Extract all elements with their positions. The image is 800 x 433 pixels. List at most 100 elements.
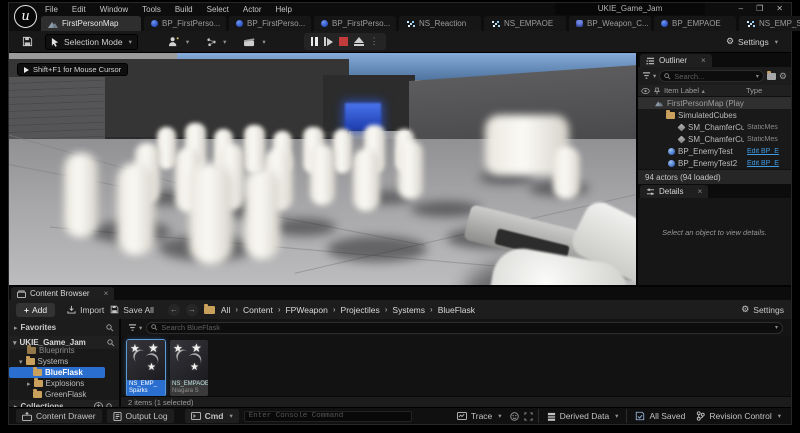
column-type[interactable]: Type <box>746 86 788 95</box>
playback-controls <box>304 33 386 50</box>
save-icon <box>22 36 33 47</box>
outliner-filter-button[interactable] <box>642 72 656 80</box>
breadcrumb-projectiles[interactable]: Projectiles <box>341 305 380 315</box>
outliner-row-bp[interactable]: BP_EnemyTest2 Edit BP_E <box>638 157 791 169</box>
output-log-button[interactable]: Output Log <box>107 409 174 423</box>
tab-bp-firstperson-2[interactable]: BP_FirstPerso... <box>229 16 311 31</box>
minimize-button[interactable]: – <box>739 3 743 15</box>
import-button[interactable]: Import <box>67 305 104 315</box>
viewport-3d[interactable]: Shift+F1 for Mouse Cursor <box>9 53 636 285</box>
tab-content-browser[interactable]: Content Browser <box>11 287 114 300</box>
restore-button[interactable]: ❐ <box>756 3 763 15</box>
breadcrumb-all[interactable]: All <box>221 305 230 315</box>
blueprints-dropdown[interactable] <box>201 35 231 49</box>
folder-icon <box>27 347 36 354</box>
console-command-input[interactable] <box>249 412 407 420</box>
asset-grid: NS_EMP_ Sparks NS_EMPAO <box>121 336 791 407</box>
revision-control-button[interactable]: Revision Control <box>693 409 784 423</box>
outliner-row-folder[interactable]: SimulatedCubes <box>638 109 791 121</box>
content-browser-settings-button[interactable]: Settings <box>741 304 784 315</box>
menu-item-window[interactable]: Window <box>100 5 128 14</box>
asset-search-input[interactable] <box>161 323 772 332</box>
tab-bp-firstperson-3[interactable]: BP_FirstPerso... <box>314 16 396 31</box>
pin-icon[interactable] <box>654 87 660 95</box>
frame-skip-button[interactable] <box>324 37 333 46</box>
trace-button[interactable]: Trace <box>454 409 505 423</box>
asset-filter-button[interactable] <box>128 324 142 332</box>
static-mesh-icon <box>678 123 686 131</box>
stop-button[interactable] <box>339 37 348 46</box>
playback-options-kebab-icon[interactable] <box>370 36 379 47</box>
forward-button[interactable]: → <box>186 304 198 316</box>
favorites-header[interactable]: Favorites <box>9 319 121 336</box>
cmd-dropdown[interactable]: Cmd <box>185 409 239 423</box>
back-button[interactable]: ← <box>168 304 180 316</box>
save-all-button[interactable]: Save All <box>110 305 154 315</box>
tree-item-blueflask[interactable]: BlueFlask <box>9 367 105 378</box>
niagara-thumbnail <box>127 340 165 380</box>
breadcrumb-fpweapon[interactable]: FPWeapon <box>285 305 327 315</box>
outliner-row-world[interactable]: FirstPersonMap (Play In Editor) <box>638 97 791 109</box>
tab-bp-weapon[interactable]: BP_Weapon_C... <box>569 16 651 31</box>
outliner-settings-button[interactable] <box>779 71 787 82</box>
eject-button[interactable] <box>354 37 364 46</box>
screenshot-face-icon[interactable] <box>510 412 519 421</box>
tree-item-greenflask[interactable]: GreenFlask <box>9 389 119 400</box>
tab-ns-empaoe[interactable]: NS_EMPAOE <box>484 16 566 31</box>
close-icon[interactable] <box>104 289 109 298</box>
add-button[interactable]: Add <box>16 303 55 317</box>
outliner-row-mesh[interactable]: SM_ChamferCub StaticMes <box>638 133 791 145</box>
breadcrumb-systems[interactable]: Systems <box>392 305 425 315</box>
edit-bp-link[interactable]: Edit BP_E <box>747 148 789 155</box>
outliner-search[interactable] <box>659 70 764 82</box>
tab-outliner[interactable]: Outliner <box>640 54 712 67</box>
derived-data-button[interactable]: Derived Data <box>544 409 622 423</box>
menu-item-help[interactable]: Help <box>276 5 292 14</box>
outliner-row-mesh[interactable]: SM_ChamferCub StaticMes <box>638 121 791 133</box>
tab-ns-emp-sparks[interactable]: NS_EMP_Sparks <box>739 16 800 31</box>
tab-ns-reaction[interactable]: NS_Reaction <box>399 16 481 31</box>
unreal-logo-icon[interactable] <box>14 5 37 28</box>
eye-icon[interactable] <box>641 88 650 94</box>
menu-item-file[interactable]: File <box>45 5 58 14</box>
tab-details[interactable]: Details <box>640 185 708 198</box>
close-icon[interactable] <box>701 56 706 65</box>
asset-tile-ns-empaoe[interactable]: NS_EMPAOE Niagara S <box>170 340 208 396</box>
breadcrumb-blueflask[interactable]: BlueFlask <box>438 305 475 315</box>
edit-bp-link[interactable]: Edit BP_E <box>747 160 789 167</box>
outliner-search-input[interactable] <box>674 72 753 81</box>
search-icon[interactable] <box>106 324 114 332</box>
capture-frame-icon[interactable] <box>524 412 533 421</box>
asset-search[interactable] <box>146 322 783 334</box>
tree-item-blueprints[interactable]: Blueprints <box>9 345 119 356</box>
outliner-row-bp[interactable]: BP_EnemyTest Edit BP_E <box>638 145 791 157</box>
menu-item-actor[interactable]: Actor <box>243 5 262 14</box>
close-icon[interactable] <box>697 187 702 196</box>
menu-item-edit[interactable]: Edit <box>72 5 86 14</box>
breadcrumb-content[interactable]: Content <box>243 305 273 315</box>
content-drawer-button[interactable]: Content Drawer <box>16 409 102 423</box>
tab-bp-firstperson-1[interactable]: BP_FirstPerso... <box>144 16 226 31</box>
menu-item-build[interactable]: Build <box>175 5 193 14</box>
world-icon <box>655 100 663 106</box>
pause-button[interactable] <box>311 37 318 46</box>
add-actor-dropdown[interactable] <box>163 34 194 49</box>
tree-item-explosions[interactable]: Explosions <box>9 378 119 389</box>
asset-tile-ns-emp-sparks[interactable]: NS_EMP_ Sparks <box>127 340 165 396</box>
save-level-button[interactable] <box>17 34 38 49</box>
close-button[interactable]: ✕ <box>776 3 783 15</box>
all-saved-indicator[interactable]: All Saved <box>632 409 688 423</box>
cinematics-dropdown[interactable] <box>238 35 270 49</box>
viewport-settings-dropdown[interactable]: Settings <box>721 34 783 49</box>
tab-bp-empaoe[interactable]: BP_EMPAOE <box>654 16 736 31</box>
menu-item-tools[interactable]: Tools <box>142 5 161 14</box>
new-folder-button[interactable] <box>767 73 776 80</box>
menu-item-select[interactable]: Select <box>207 5 229 14</box>
collections-header[interactable]: Collections <box>9 400 119 407</box>
selection-mode-dropdown[interactable]: Selection Mode <box>45 34 138 50</box>
console-command-field[interactable] <box>244 411 412 422</box>
column-item-label[interactable]: Item Label <box>664 86 742 95</box>
app-window: File Edit Window Tools Build Select Acto… <box>8 2 792 425</box>
tab-firstpersonmap[interactable]: FirstPersonMap <box>41 16 141 31</box>
tree-item-systems[interactable]: Systems <box>9 356 119 367</box>
